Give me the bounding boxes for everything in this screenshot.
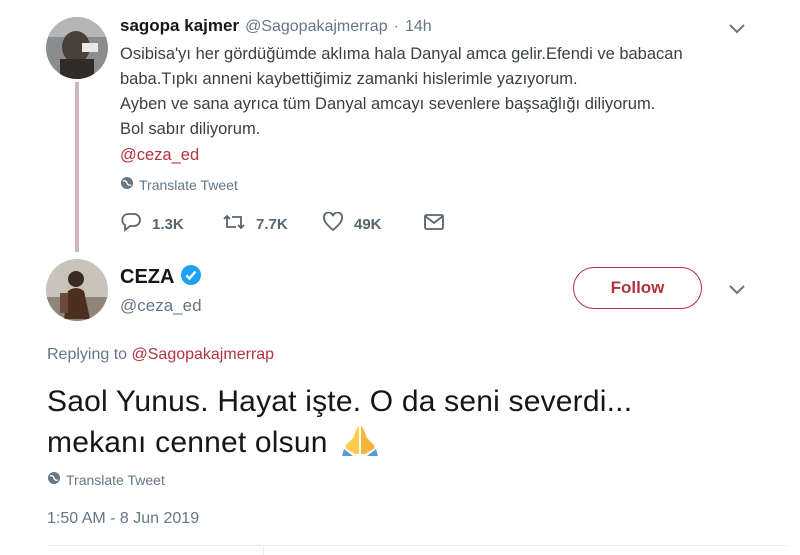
- author-handle[interactable]: @ceza_ed: [120, 296, 202, 316]
- text-line: Bol sabır diliyorum.: [120, 120, 261, 138]
- main-tweet-text: Saol Yunus. Hayat işte. O da seni severd…: [47, 381, 767, 463]
- ceza-name-row: CEZA: [120, 264, 202, 291]
- mention-link[interactable]: @ceza_ed: [120, 143, 720, 168]
- text-line-with-emoji: mekanı cennet olsun: [47, 422, 767, 463]
- author-name[interactable]: CEZA: [120, 266, 174, 289]
- verified-badge-icon: [180, 264, 202, 291]
- dot-separator: ·: [393, 18, 399, 35]
- translate-label[interactable]: Translate Tweet: [66, 472, 165, 488]
- divider: [47, 545, 787, 546]
- reply-tweet-text: Osibisa'yı her gördüğümde aklıma hala Da…: [120, 42, 720, 168]
- translate-label[interactable]: Translate Tweet: [139, 177, 238, 193]
- folded-hands-emoji: [340, 423, 380, 463]
- text-line: mekanı cennet olsun: [47, 426, 328, 459]
- replying-to-link[interactable]: @Sagopakajmerrap: [132, 346, 275, 363]
- like-action[interactable]: 49K: [322, 211, 382, 236]
- retweet-action[interactable]: 7.7K: [222, 212, 288, 236]
- replying-prefix: Replying to: [47, 346, 128, 363]
- follow-button[interactable]: Follow: [573, 267, 702, 309]
- tweet-time[interactable]: 14h: [405, 18, 432, 36]
- heart-icon[interactable]: [322, 211, 344, 236]
- divider: [263, 545, 264, 555]
- retweet-icon[interactable]: [222, 212, 246, 236]
- sagopa-header: sagopa kajmer @Sagopakajmerrap · 14h: [120, 16, 432, 36]
- reply-count: 1.3K: [152, 215, 184, 233]
- text-line: Osibisa'yı her gördüğümde aklıma hala Da…: [120, 45, 683, 63]
- like-count: 49K: [354, 215, 382, 233]
- replying-to: Replying to @Sagopakajmerrap: [47, 346, 274, 364]
- reply-action[interactable]: 1.3K: [120, 212, 184, 236]
- translate-tweet-link[interactable]: Translate Tweet: [47, 471, 165, 488]
- message-icon[interactable]: [423, 213, 445, 236]
- tweet-timestamp[interactable]: 1:50 AM - 8 Jun 2019: [47, 510, 199, 528]
- text-line: baba.Tıpkı anneni kaybettiğimiz zamanki …: [120, 70, 578, 88]
- sagopa-avatar[interactable]: [46, 17, 108, 79]
- chevron-down-icon[interactable]: [728, 22, 746, 40]
- thread-connector: [75, 82, 79, 252]
- globe-icon: [47, 471, 61, 488]
- author-name[interactable]: sagopa kajmer: [120, 16, 239, 36]
- ceza-avatar[interactable]: [46, 259, 108, 321]
- text-line: Saol Yunus. Hayat işte. O da seni severd…: [47, 385, 633, 418]
- author-handle[interactable]: @Sagopakajmerrap: [245, 18, 388, 36]
- reply-icon[interactable]: [120, 212, 142, 236]
- globe-icon: [120, 176, 134, 193]
- translate-tweet-link[interactable]: Translate Tweet: [120, 176, 238, 193]
- retweet-count: 7.7K: [256, 215, 288, 233]
- chevron-down-icon[interactable]: [728, 283, 746, 301]
- text-line: Ayben ve sana ayrıca tüm Danyal amcayı s…: [120, 95, 656, 113]
